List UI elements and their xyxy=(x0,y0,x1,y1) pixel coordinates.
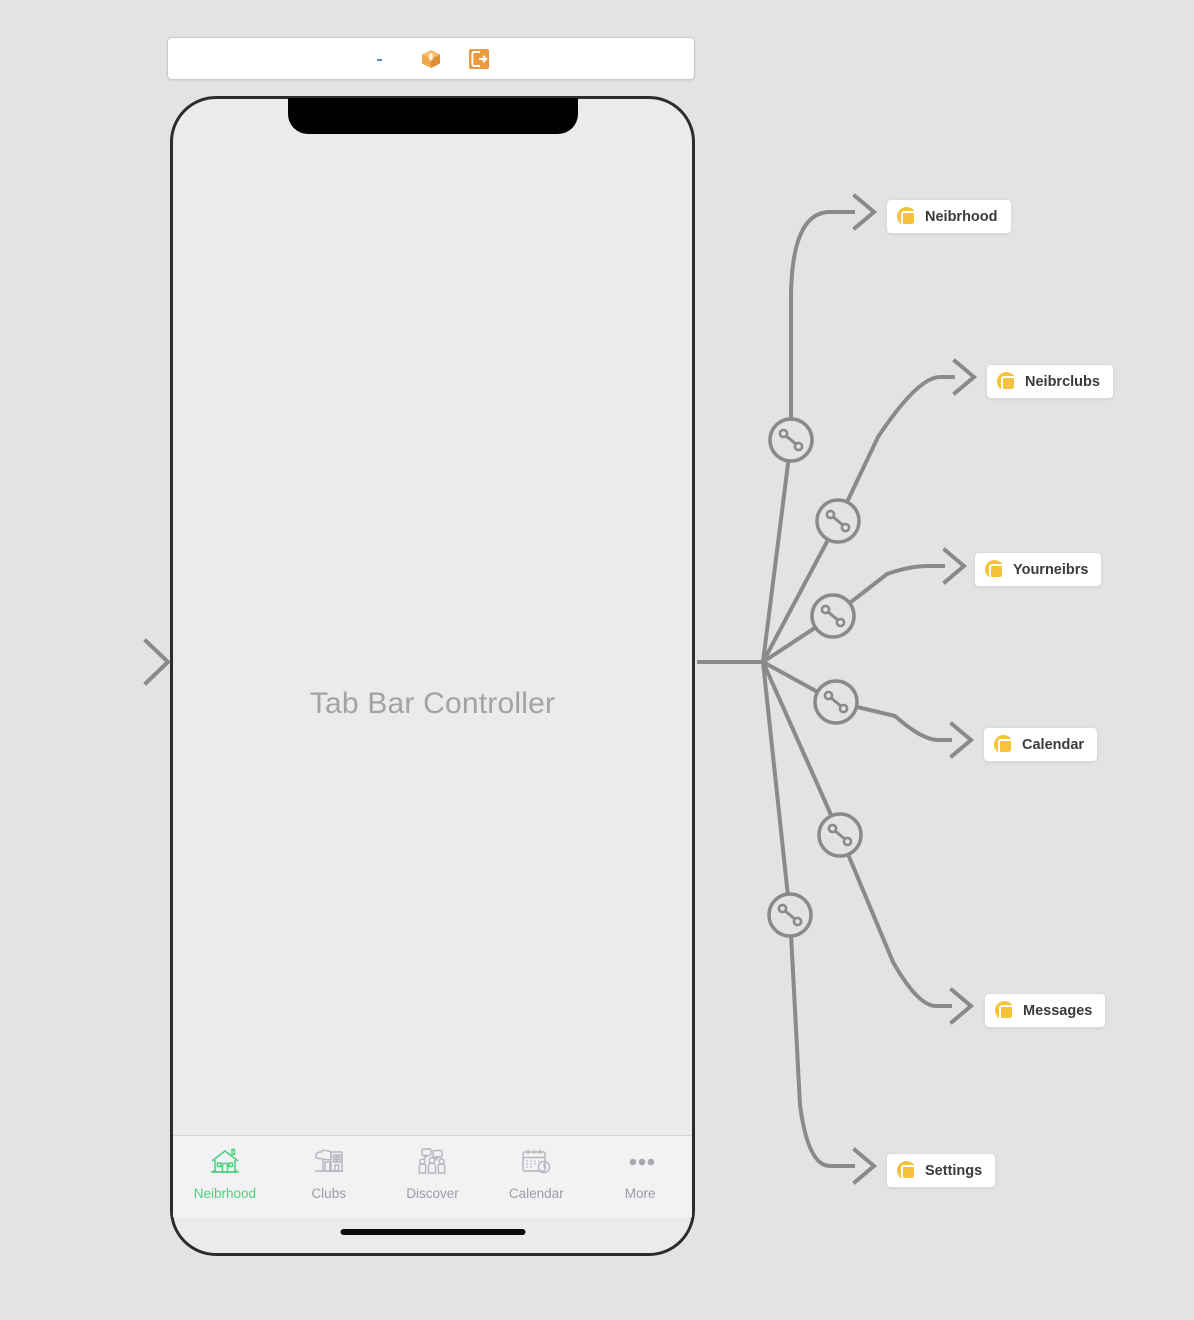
view-controller-icon xyxy=(897,1161,916,1180)
scene-node-label: Messages xyxy=(1023,1002,1093,1019)
building-tree-icon xyxy=(309,1144,349,1180)
initial-view-controller-arrow xyxy=(45,638,171,686)
tab-label: Clubs xyxy=(311,1186,346,1201)
segue-arrowhead xyxy=(952,358,978,396)
home-indicator xyxy=(340,1229,525,1235)
view-controller-icon[interactable] xyxy=(372,48,394,70)
tab-label: Neibrhood xyxy=(193,1186,257,1201)
segue-arrowhead xyxy=(949,721,975,759)
segue-badge-group xyxy=(767,417,863,938)
segue-arrowhead xyxy=(949,987,975,1025)
device-notch xyxy=(287,98,578,134)
people-chat-icon xyxy=(412,1144,452,1180)
scene-node-label: Neibrclubs xyxy=(1025,373,1100,390)
scene-node-label: Calendar xyxy=(1022,736,1085,753)
house-icon xyxy=(205,1144,245,1180)
exit-icon[interactable] xyxy=(468,48,490,70)
calendar-clock-icon xyxy=(516,1144,556,1180)
view-controller-icon xyxy=(995,1001,1014,1020)
scene-node-label: Neibrhood xyxy=(925,208,998,225)
page-title: Tab Bar Controller xyxy=(309,687,556,720)
view-controller-icon xyxy=(897,207,916,226)
scene-node-neibrhood[interactable]: Neibrhood xyxy=(886,199,1012,234)
scene-node-settings[interactable]: Settings xyxy=(886,1153,997,1188)
cube-icon[interactable] xyxy=(420,48,442,70)
scene-node-label: Settings xyxy=(925,1162,983,1179)
view-controller-icon xyxy=(994,735,1013,754)
ellipsis-icon xyxy=(620,1144,660,1180)
tab-label: Discover xyxy=(406,1186,459,1201)
storyboard-canvas: Tab Bar Controller Neibrhood Clubs Disco… xyxy=(0,0,1194,1320)
storyboard-toolbar[interactable] xyxy=(167,37,695,80)
scene-node-calendar[interactable]: Calendar xyxy=(983,727,1099,762)
tab-clubs[interactable]: Clubs xyxy=(277,1144,381,1201)
scene-node-yourneibrs[interactable]: Yourneibrs xyxy=(974,552,1103,587)
tab-bar-controller-scene[interactable]: Tab Bar Controller Neibrhood Clubs Disco… xyxy=(170,96,695,1256)
segue-arrowhead xyxy=(852,193,878,231)
tab-neibrhood[interactable]: Neibrhood xyxy=(173,1144,277,1201)
segue-arrowhead xyxy=(942,547,968,585)
segue-arrowhead xyxy=(852,1147,878,1185)
scene-node-neibrclubs[interactable]: Neibrclubs xyxy=(986,364,1114,399)
tab-more[interactable]: More xyxy=(588,1144,692,1201)
tab-label: Calendar xyxy=(508,1186,564,1201)
tab-calendar[interactable]: Calendar xyxy=(484,1144,588,1201)
scene-node-messages[interactable]: Messages xyxy=(984,993,1107,1028)
scene-node-label: Yourneibrs xyxy=(1013,561,1089,578)
view-controller-icon xyxy=(997,372,1016,391)
tab-label: More xyxy=(624,1186,656,1201)
tab-discover[interactable]: Discover xyxy=(381,1144,485,1201)
view-controller-icon xyxy=(985,560,1004,579)
tab-bar[interactable]: Neibrhood Clubs Discover Calendar More xyxy=(173,1135,692,1217)
